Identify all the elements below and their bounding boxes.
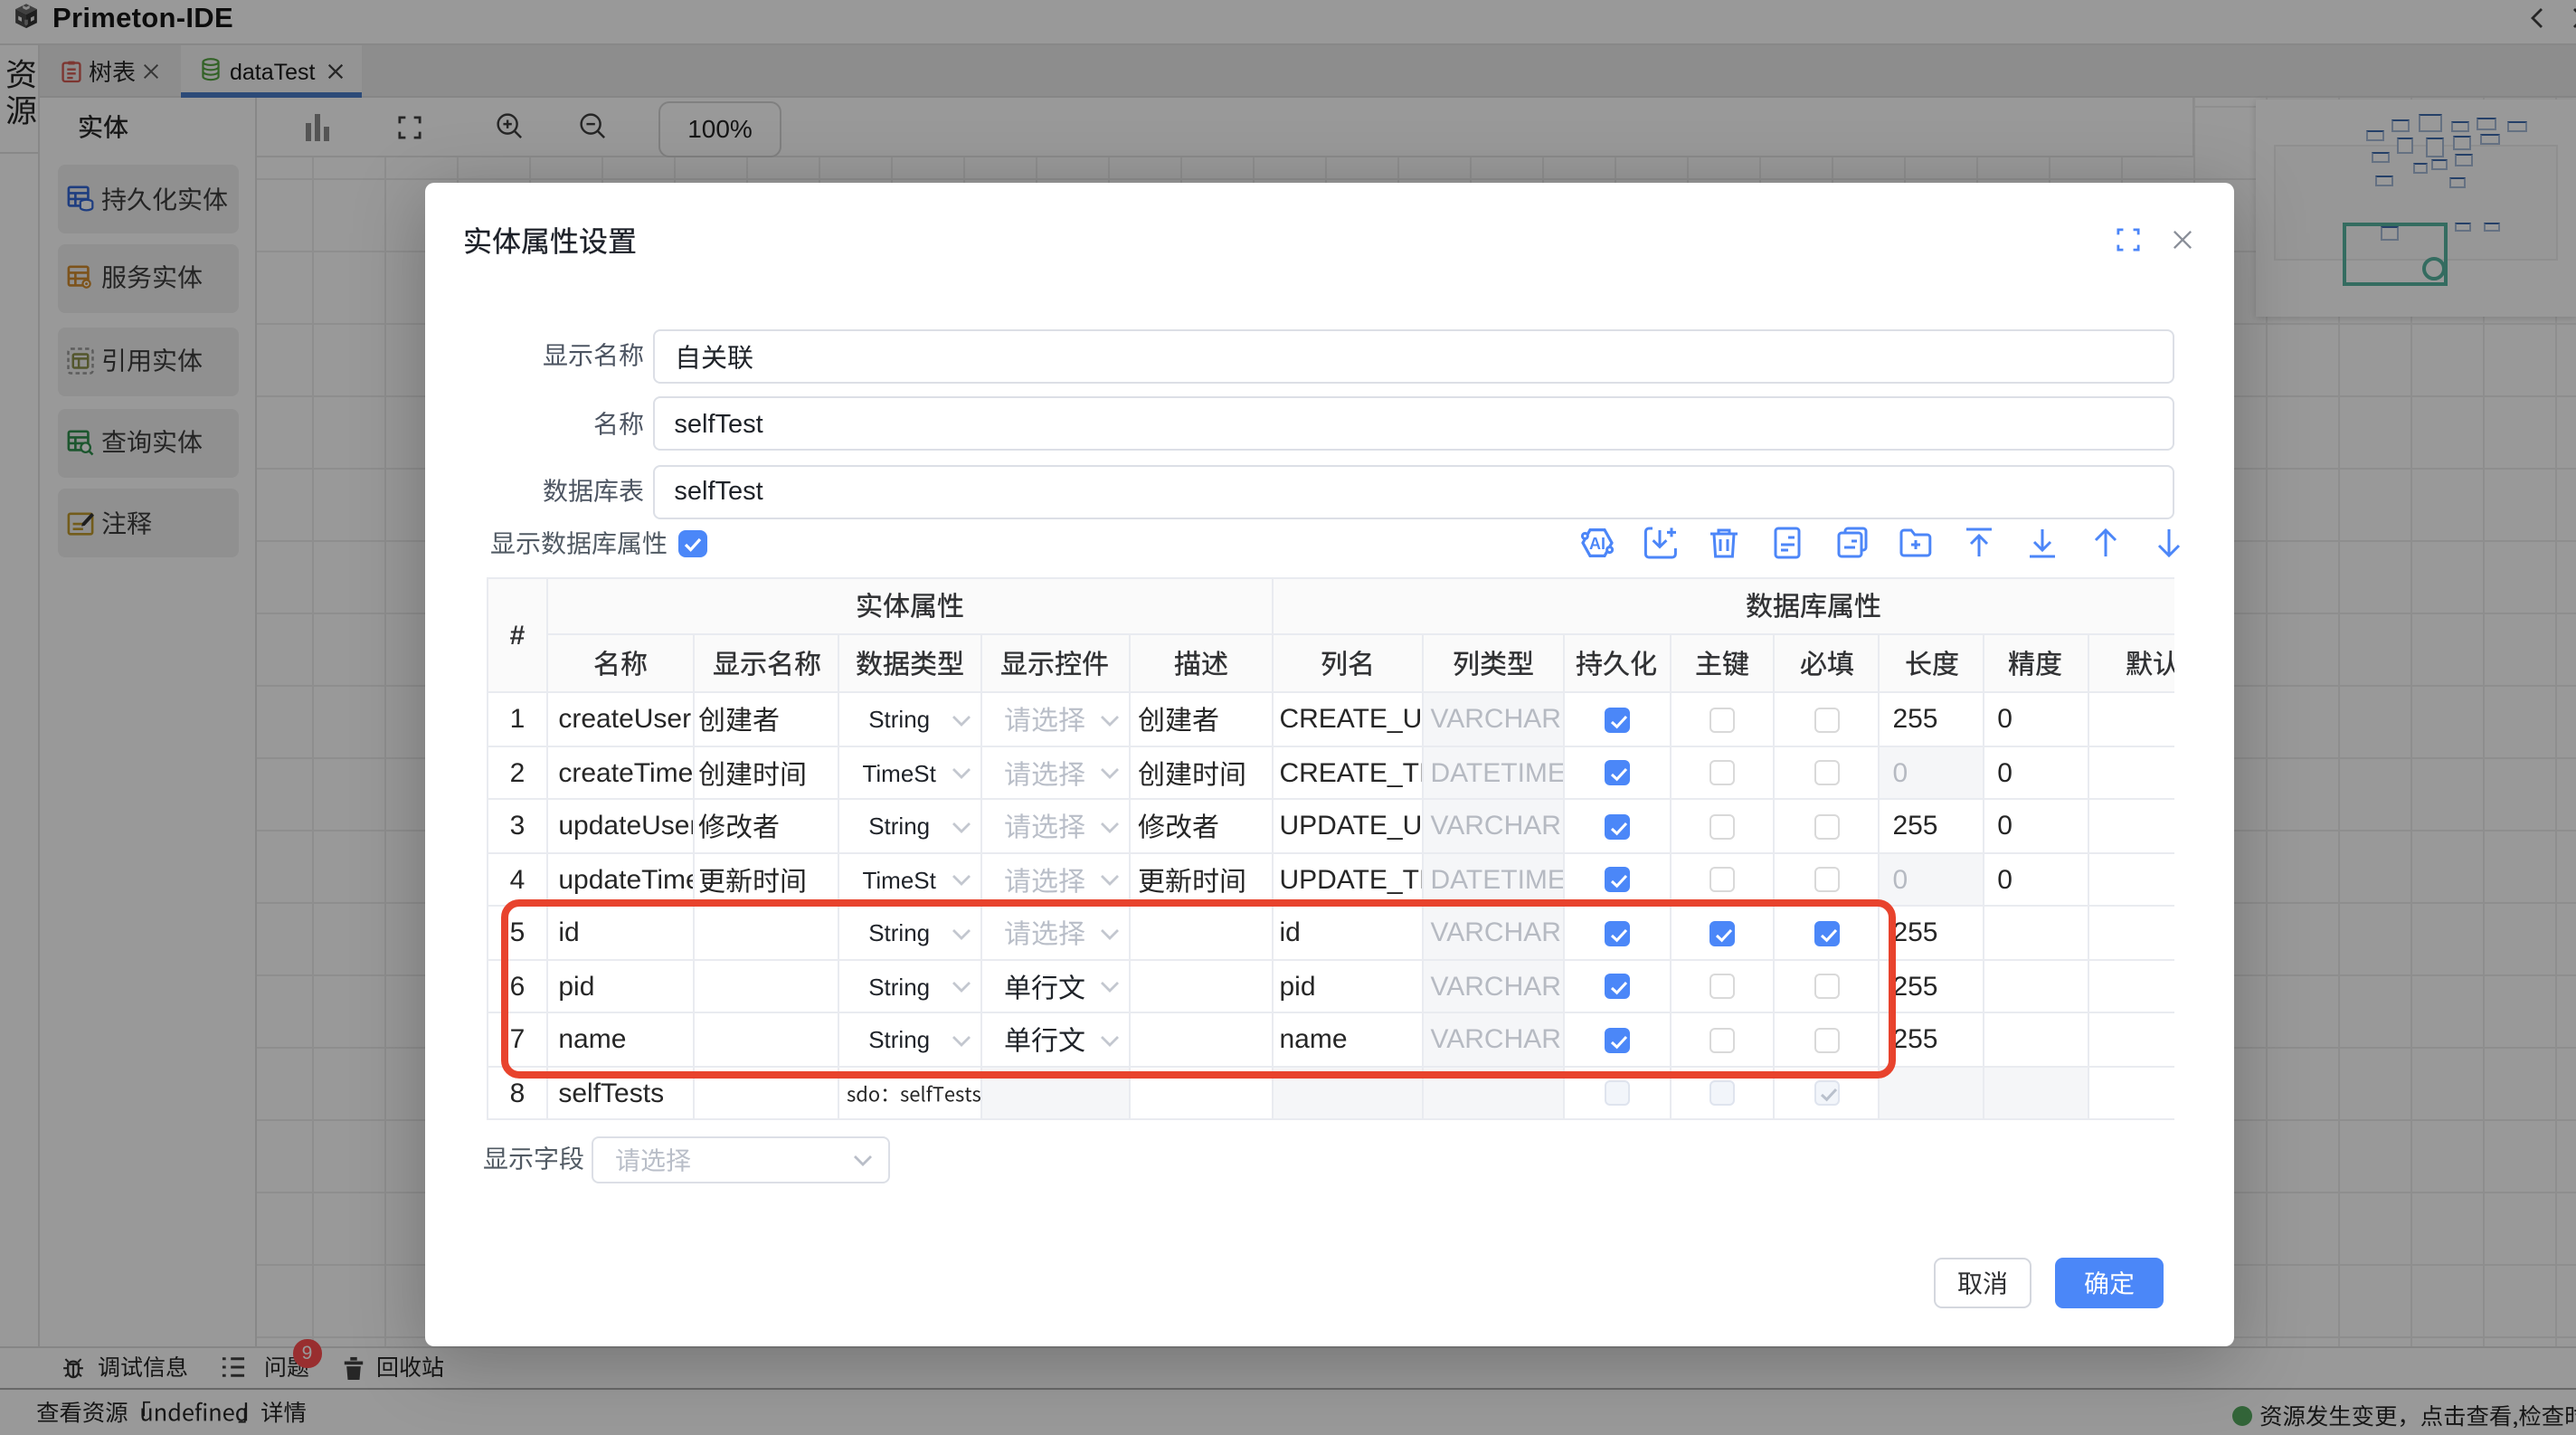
- svg-text:AI: AI: [1589, 535, 1605, 553]
